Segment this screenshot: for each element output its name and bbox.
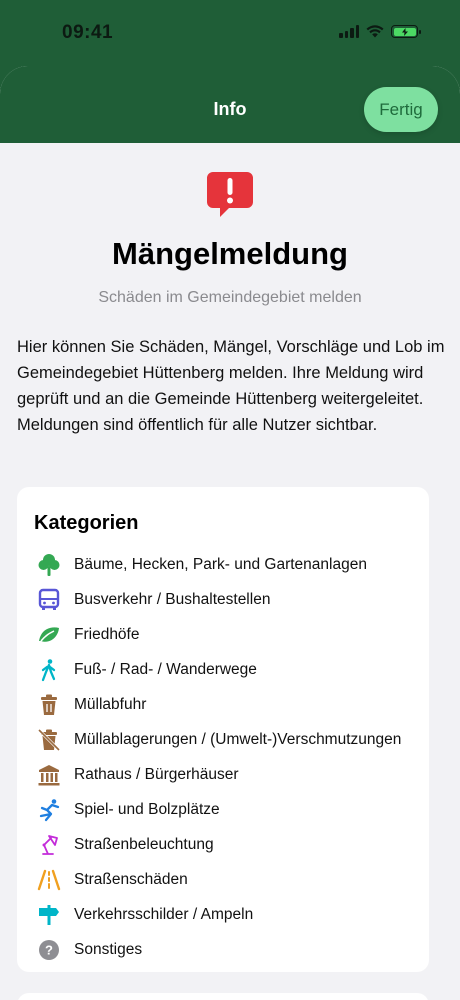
road-icon: [37, 868, 61, 892]
question-circle-icon: ?: [37, 938, 61, 962]
category-item: Straßenbeleuchtung: [17, 827, 429, 862]
categories-list: Bäume, Hecken, Park- und Gartenanlagen B…: [17, 547, 429, 967]
svg-text:?: ?: [45, 942, 53, 957]
category-item: Rathaus / Bürgerhäuser: [17, 757, 429, 792]
lamp-icon: [37, 833, 61, 857]
walking-person-icon: [37, 658, 61, 682]
trash-icon: [37, 693, 61, 717]
categories-title: Kategorien: [34, 512, 139, 534]
category-item: Verkehrsschilder / Ampeln: [17, 897, 429, 932]
cellular-signal-icon: [339, 25, 359, 38]
category-item: Müllabfuhr: [17, 687, 429, 722]
building-columns-icon: [37, 763, 61, 787]
bus-icon: [37, 588, 61, 612]
battery-icon: [391, 25, 421, 38]
tree-icon: [37, 553, 61, 577]
category-item: Straßenschäden: [17, 862, 429, 897]
category-item: Friedhöfe: [17, 617, 429, 652]
status-bar: 09:41: [0, 0, 460, 66]
page-subtitle: Schäden im Gemeindegebiet melden: [98, 289, 362, 306]
info-sheet: Info Fertig Mängelmeldung Schäden im Gem…: [0, 66, 460, 1000]
category-item: Fuß- / Rad- / Wanderwege: [17, 652, 429, 687]
secondary-card: [17, 993, 429, 1000]
categories-card: Kategorien Bäume, Hecken, Park- und Gart…: [17, 487, 429, 972]
wifi-icon: [366, 25, 384, 38]
category-item: Busverkehr / Bushaltestellen: [17, 582, 429, 617]
description-text: Hier können Sie Schäden, Mängel, Vorschl…: [17, 338, 445, 434]
figure-play-icon: [37, 798, 61, 822]
nav-bar: Info Fertig: [0, 66, 460, 143]
category-item: Müllablagerungen / (Umwelt-)Verschmutzun…: [17, 722, 429, 757]
category-item: Spiel- und Bolzplätze: [17, 792, 429, 827]
exclamation-speech-bubble-icon: [205, 170, 255, 225]
status-icons: [339, 25, 421, 38]
page-title: Mängelmeldung: [112, 236, 348, 271]
trash-slash-icon: [37, 728, 61, 752]
category-item: ? Sonstiges: [17, 932, 429, 967]
leaf-icon: [37, 623, 61, 647]
done-button[interactable]: Fertig: [364, 87, 438, 132]
category-item: Bäume, Hecken, Park- und Gartenanlagen: [17, 547, 429, 582]
status-time: 09:41: [62, 22, 114, 43]
signpost-icon: [37, 903, 61, 927]
